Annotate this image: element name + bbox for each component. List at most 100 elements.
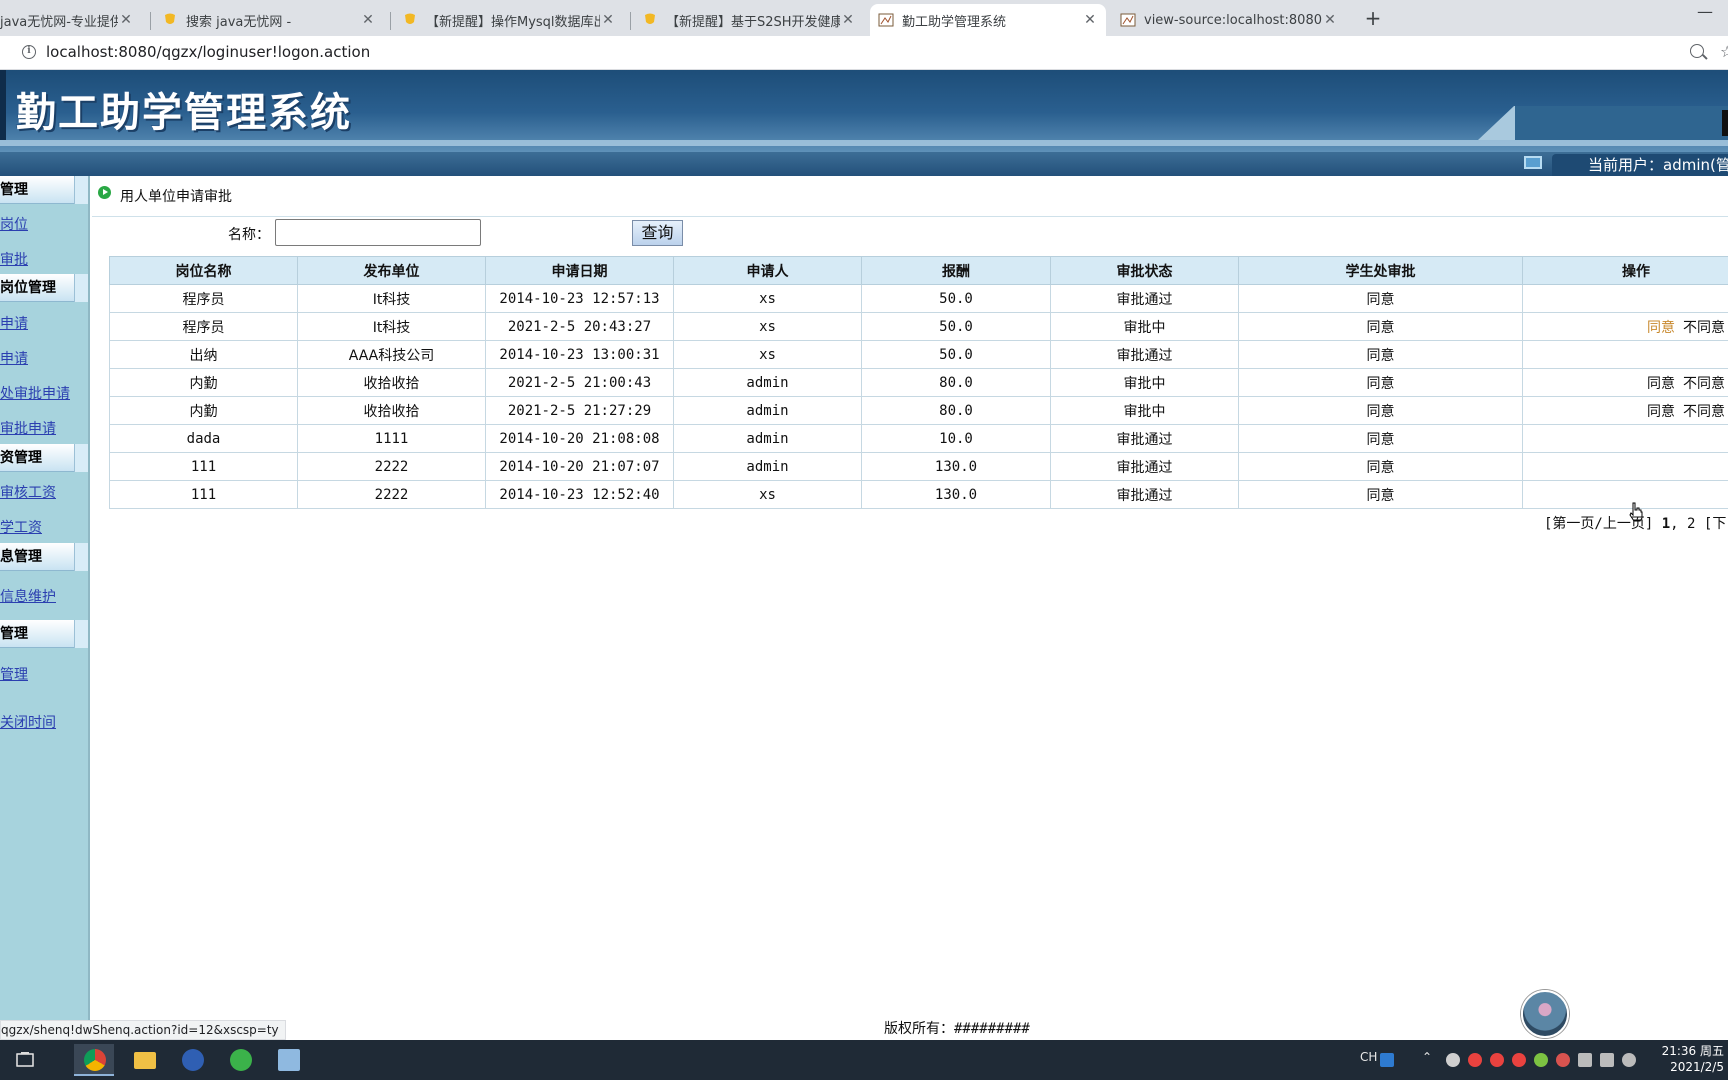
page-title: 用人单位申请审批 [120, 189, 232, 205]
app-taskbar-button[interactable] [220, 1044, 260, 1076]
site-info-icon[interactable]: i [22, 45, 36, 59]
table-cell: AAA科技公司 [297, 340, 486, 369]
close-icon[interactable]: ✕ [1322, 12, 1338, 28]
app-tray-icon[interactable] [1556, 1053, 1570, 1067]
column-header: 发布单位 [297, 256, 486, 285]
browser-tab[interactable]: view-source:localhost:8080/qg ✕ [1112, 4, 1346, 36]
sidebar-link[interactable]: 审批 [0, 249, 28, 269]
table-cell: 111 [109, 480, 298, 509]
table-cell: 50.0 [861, 312, 1051, 341]
table-cell: 同意 [1238, 284, 1523, 313]
task-view-button[interactable] [4, 1044, 44, 1076]
sidebar-link[interactable]: 信息维护 [0, 586, 56, 606]
table-row: 111 2222 2014-10-20 21:07:07 admin 130.0 审批通过… [109, 452, 1728, 481]
sidebar-link[interactable]: 申请 [0, 348, 28, 368]
close-icon[interactable]: ✕ [360, 12, 376, 28]
battery-icon[interactable] [1578, 1053, 1592, 1067]
sidebar-group-header[interactable]: 管理 [0, 620, 88, 648]
sidebar-group-header[interactable]: 岗位管理 [0, 274, 88, 302]
table-cell: It科技 [297, 312, 486, 341]
sidebar-link[interactable]: 处审批申请 [0, 383, 70, 403]
table-cell: 内勤 [109, 368, 298, 397]
page-favicon-icon [878, 12, 894, 28]
floating-avatar[interactable] [1521, 990, 1569, 1038]
new-tab-button[interactable]: + [1358, 4, 1388, 32]
close-icon[interactable]: ✕ [118, 12, 134, 28]
operation-cell: 同意 不同意 [1522, 368, 1728, 397]
monitor-icon [1524, 156, 1542, 169]
url-field[interactable]: localhost:8080/qgzx/loginuser!logon.acti… [46, 43, 370, 61]
page-favicon-icon [1120, 12, 1136, 28]
table-cell: 2021-2-5 20:43:27 [485, 312, 674, 341]
network-icon[interactable] [1600, 1053, 1614, 1067]
close-icon[interactable]: ✕ [600, 12, 616, 28]
operation-cell: 同意 不同意 [1522, 312, 1728, 341]
table-header-row: 岗位名称 发布单位 申请日期 申请人 报酬 审批状态 学生处审批 操作 [109, 256, 1728, 285]
input-method-icon[interactable] [1380, 1053, 1394, 1067]
close-icon[interactable]: ✕ [840, 12, 856, 28]
close-icon[interactable]: ✕ [1082, 12, 1098, 28]
pager-page-link[interactable]: 2 [1687, 516, 1695, 532]
table-cell: admin [673, 452, 862, 481]
tab-title: 勤工助学管理系统 [902, 14, 1007, 30]
agree-link[interactable]: 同意 [1647, 320, 1675, 336]
agree-link[interactable]: 同意 [1647, 376, 1675, 392]
pager-next-links[interactable]: [下 [1704, 516, 1726, 532]
browser-tab-active[interactable]: 勤工助学管理系统 ✕ [870, 4, 1106, 36]
sidebar-group-header[interactable]: 资管理 [0, 444, 88, 472]
browser-tab[interactable]: 【新提醒】基于S2SH开发健康档 ✕ [634, 4, 864, 36]
browser-tab[interactable]: java无忧网-专业提供 ✕ [0, 4, 142, 36]
sidebar-link[interactable]: 申请 [0, 313, 28, 333]
column-header: 操作 [1522, 256, 1728, 285]
task-view-icon [16, 1052, 34, 1067]
browser-tab[interactable]: 【新提醒】操作Mysql数据库出现 ✕ [394, 4, 624, 36]
security-app-icon[interactable] [1534, 1053, 1548, 1067]
app-taskbar-button[interactable] [268, 1044, 308, 1076]
sidebar-group-header[interactable]: 管理 [0, 176, 88, 204]
tab-title: 搜索 java无忧网 - [186, 14, 292, 30]
query-button[interactable]: 查询 [632, 220, 683, 246]
notification-bell-icon[interactable] [1446, 1053, 1460, 1067]
table-cell: 审批通过 [1050, 452, 1239, 481]
qq-icon[interactable] [1512, 1053, 1526, 1067]
sidebar-group-header[interactable]: 息管理 [0, 543, 88, 571]
sidebar-link[interactable]: 岗位 [0, 214, 28, 234]
sidebar-group-title: 岗位管理 [0, 280, 56, 296]
column-header: 申请日期 [485, 256, 674, 285]
favicon-icon [642, 12, 658, 28]
tray-lang[interactable]: CH [1360, 1050, 1377, 1064]
pager-prev-links[interactable]: [第一页/上一页] [1544, 516, 1653, 532]
name-search-input[interactable] [275, 219, 481, 246]
sidebar-link[interactable]: 审批申请 [0, 418, 56, 438]
browser-tab[interactable]: 搜索 java无忧网 - ✕ [154, 4, 384, 36]
sidebar-link[interactable]: 学工资 [0, 517, 42, 537]
table-row: dada 1111 2014-10-20 21:08:08 admin 10.0 审批通过… [109, 424, 1728, 453]
sidebar-link[interactable]: 审核工资 [0, 482, 56, 502]
bookmark-star-icon[interactable]: ☆ [1720, 42, 1728, 61]
chrome-taskbar-button[interactable] [74, 1044, 114, 1076]
table-cell: 50.0 [861, 284, 1051, 313]
disagree-link[interactable]: 不同意 [1683, 376, 1725, 392]
table-cell: admin [673, 368, 862, 397]
qq-icon[interactable] [1490, 1053, 1504, 1067]
disagree-link[interactable]: 不同意 [1683, 320, 1725, 336]
app-header-banner: 勤工助学管理系统 当前用户：admin(管 [0, 70, 1728, 176]
file-explorer-taskbar-button[interactable] [124, 1044, 164, 1076]
app-taskbar-button[interactable] [172, 1044, 212, 1076]
qq-icon[interactable] [1468, 1053, 1482, 1067]
table-row: 内勤 收拾收拾 2021-2-5 21:00:43 admin 80.0 审批中 同意 同意不… [109, 368, 1728, 397]
tray-expand-icon[interactable]: ⌃ [1422, 1050, 1432, 1064]
agree-link[interactable]: 同意 [1647, 404, 1675, 420]
operation-cell [1522, 480, 1728, 509]
taskbar-clock[interactable]: 21:36 周五 2021/2/5 [1658, 1043, 1724, 1075]
table-cell: 10.0 [861, 424, 1051, 453]
sidebar-link[interactable]: 关闭时间 [0, 712, 56, 732]
table-cell: 程序员 [109, 284, 298, 313]
minimize-window-button[interactable]: — [1690, 2, 1720, 21]
table-cell: 审批通过 [1050, 284, 1239, 313]
disagree-link[interactable]: 不同意 [1683, 404, 1725, 420]
sidebar-link[interactable]: 管理 [0, 664, 28, 684]
sidebar-group-title: 资管理 [0, 450, 42, 466]
volume-icon[interactable] [1622, 1053, 1636, 1067]
zoom-icon[interactable] [1690, 44, 1704, 58]
